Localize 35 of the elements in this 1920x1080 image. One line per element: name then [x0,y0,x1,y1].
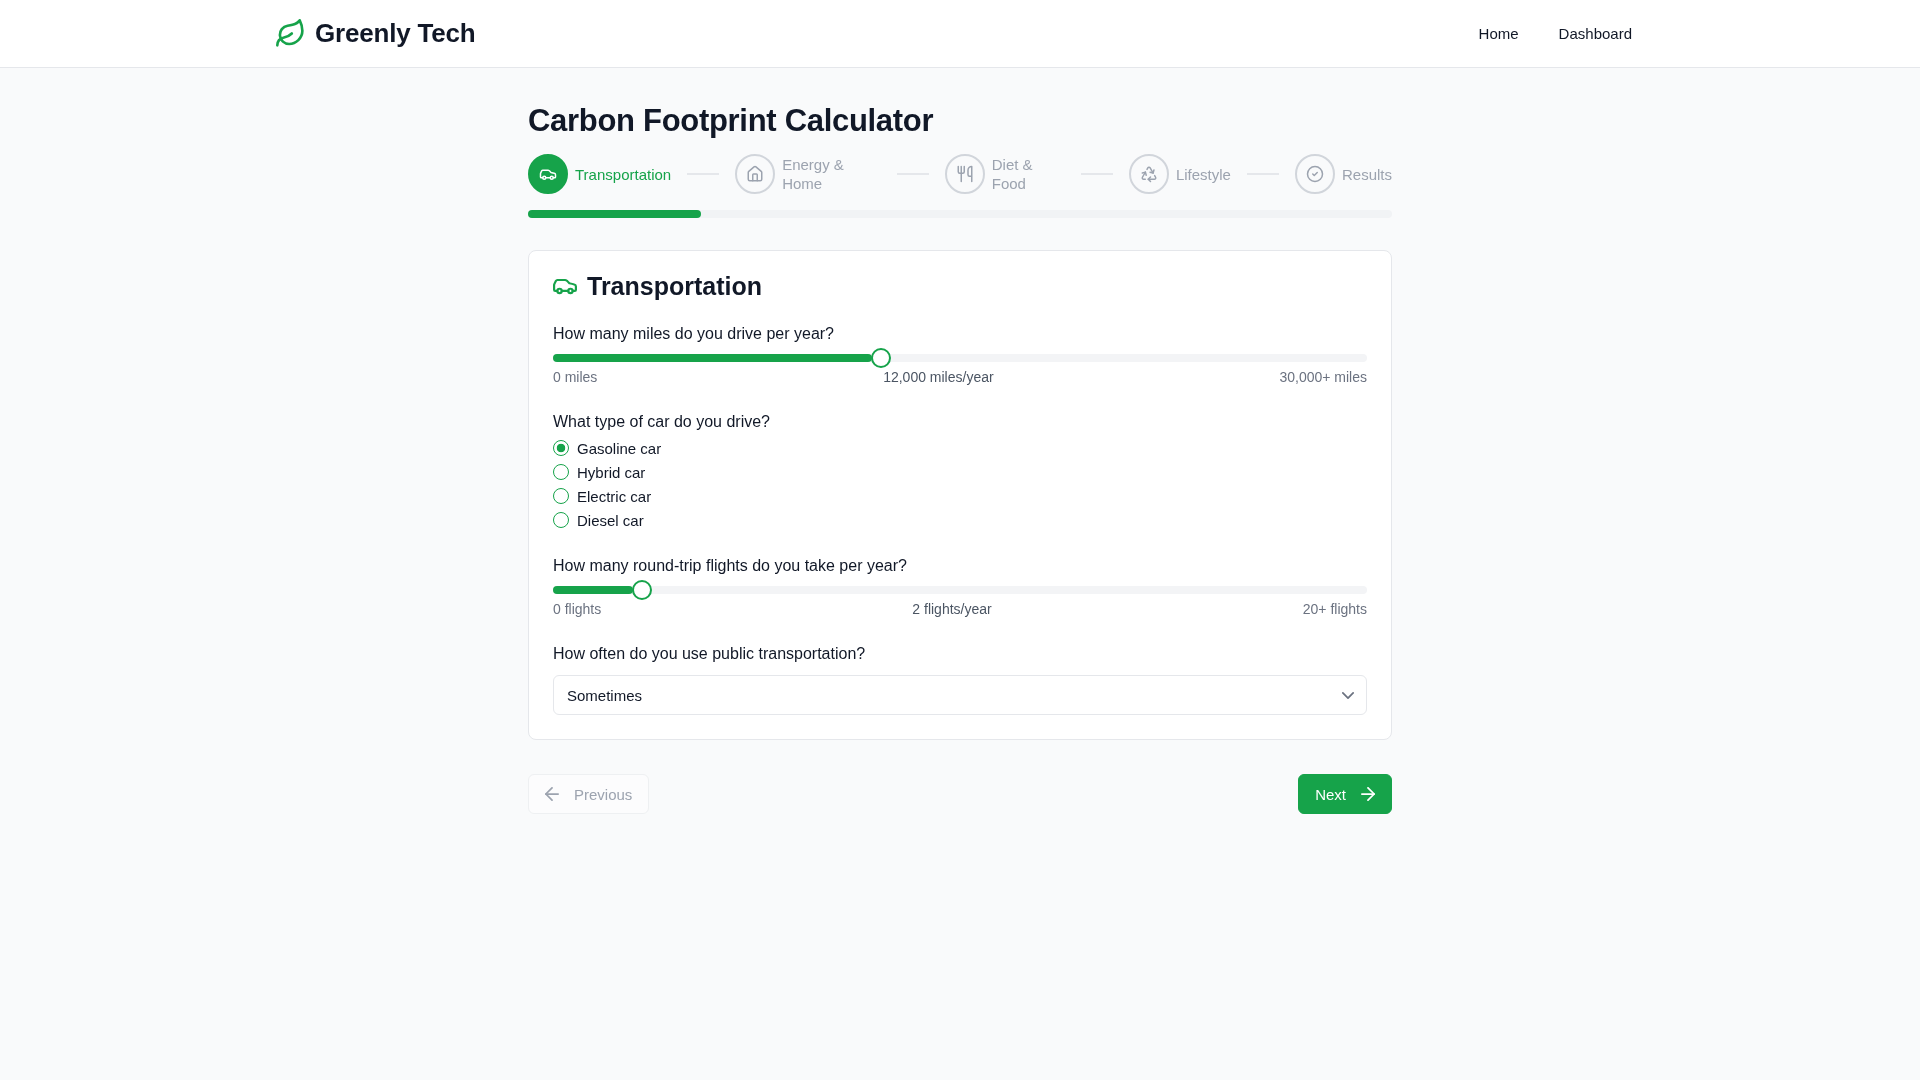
chevron-down-icon [1342,691,1354,699]
page-title: Carbon Footprint Calculator [528,102,935,140]
leaf-icon [276,19,305,48]
car-icon [553,277,577,295]
step-label: Lifestyle [1175,164,1231,184]
radio-button[interactable] [553,440,569,456]
question-label: How often do you use public transportation? [553,644,867,664]
range-min-label: 0 flights [553,600,602,618]
nav-link[interactable]: Dashboard [1546,17,1644,50]
step-label: Diet & Food [991,155,1034,193]
range-max-label: 30,000+ miles [1279,368,1367,386]
option-label: Diesel car [577,511,644,529]
radio-button[interactable] [553,464,569,480]
slider-thumb[interactable] [632,580,653,600]
question-label: How many miles do you drive per year? [553,324,835,344]
option-label: Gasoline car [577,439,662,457]
question-label: How many round-trip flights do you take per year? [553,556,908,576]
slider-thumb[interactable] [870,348,891,368]
radio-button[interactable] [553,512,569,528]
step-label: Results [1341,164,1392,184]
option-label: Hybrid car [577,463,646,481]
brand-name: Greenly Tech [315,18,476,49]
question-label: What type of car do you drive? [553,412,771,432]
step-label: Transportation [575,164,672,184]
option-label: Electric car [577,487,652,505]
section-title: Transportation [587,271,762,302]
range-max-label: 20+ flights [1302,600,1367,618]
range-value-label: 2 flights/year [912,600,992,618]
radio-button[interactable] [553,488,569,504]
dropdown-field[interactable]: Sometimes [553,675,1367,715]
range-value-label: 12,000 miles/year [883,368,994,386]
range-min-label: 0 miles [553,368,598,386]
arrow-right-icon [1361,787,1375,801]
step-label: Energy & Home [782,155,845,193]
nav-link[interactable]: Home [1466,17,1531,50]
